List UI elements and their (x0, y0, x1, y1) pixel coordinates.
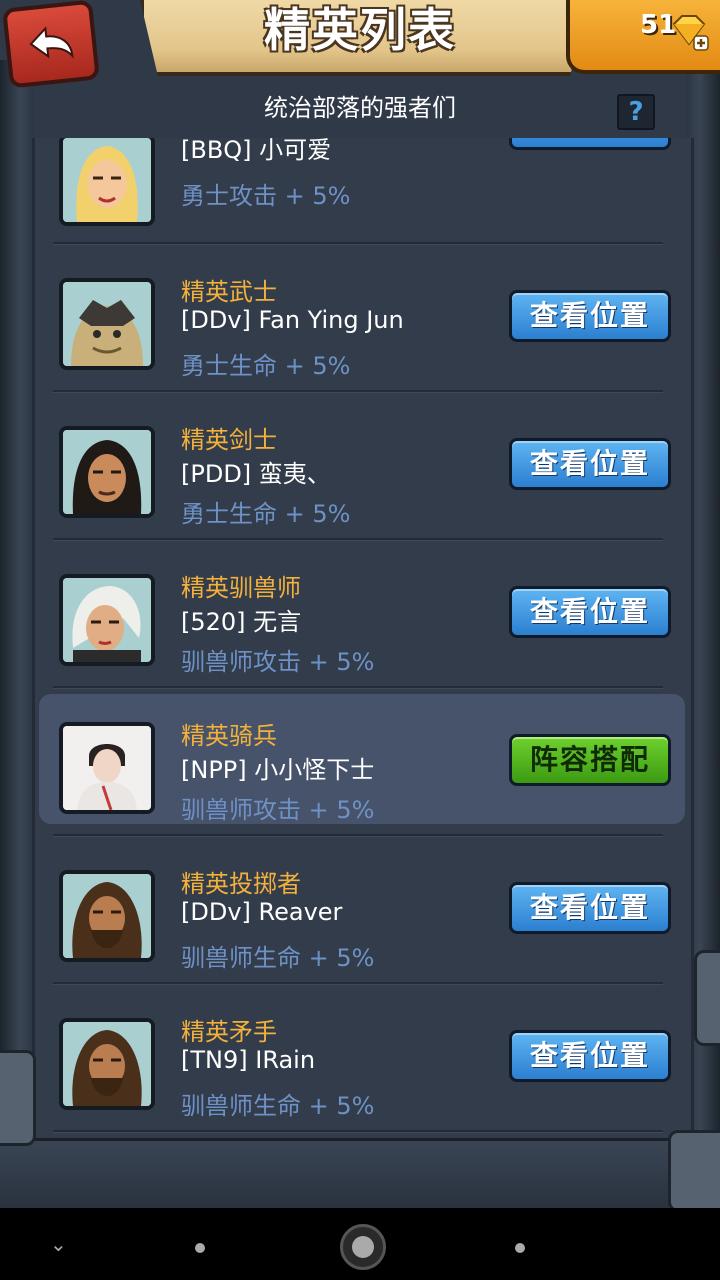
player-name: [NPP] 小小怪下士 (181, 756, 375, 784)
back-button[interactable] (2, 0, 100, 89)
avatar (59, 870, 155, 962)
list-item: 精英武士 [DDv] Fan Ying Jun 勇士生命 + 5% 查看位置 (35, 242, 691, 390)
subtitle: 统治部落的强者们 (264, 94, 456, 122)
player-name: [TN9] IRain (181, 1046, 316, 1074)
divider (53, 1130, 663, 1132)
bonus-text: 勇士生命 + 5% (181, 352, 351, 380)
bonus-text: 驯兽师攻击 + 5% (181, 796, 375, 824)
role-label: 精英投掷者 (181, 870, 301, 898)
frame-bottom-edge (0, 1138, 720, 1211)
elite-list[interactable]: 精英战士 [BBQ] 小可爱 勇士攻击 + 5% 查看位置 精英武士 [DDv]… (32, 138, 694, 1138)
armored-beast-portrait-icon (63, 282, 151, 366)
player-name: [BBQ] 小可爱 (181, 138, 332, 164)
player-name: [PDD] 蛮夷、 (181, 460, 331, 488)
view-location-button[interactable]: 查看位置 (509, 882, 671, 934)
chevron-down-icon[interactable]: ⌄ (50, 1232, 67, 1256)
avatar (59, 574, 155, 666)
view-location-button[interactable]: 查看位置 (509, 438, 671, 490)
bearded-barbarian-portrait-icon (63, 1022, 151, 1106)
bonus-text: 驯兽师生命 + 5% (181, 1092, 375, 1120)
help-button[interactable]: ? (617, 94, 655, 130)
nav-dot-icon[interactable] (195, 1243, 205, 1253)
role-label: 精英剑士 (181, 426, 277, 454)
list-item: 精英驯兽师 [520] 无言 驯兽师攻击 + 5% 查看位置 (35, 538, 691, 686)
role-label: 精英驯兽师 (181, 574, 301, 602)
view-location-button[interactable]: 查看位置 (509, 290, 671, 342)
nav-dot-icon[interactable] (515, 1243, 525, 1253)
view-location-button[interactable]: 查看位置 (509, 1030, 671, 1082)
avatar (59, 426, 155, 518)
frame-left-edge (0, 60, 34, 1200)
frame-rock (694, 950, 720, 1046)
white-hair-tamer-portrait-icon (63, 578, 151, 662)
role-label: 精英骑兵 (181, 722, 277, 750)
role-label: 精英矛手 (181, 1018, 277, 1046)
avatar (59, 722, 155, 814)
player-name: [DDv] Fan Ying Jun (181, 306, 404, 334)
player-name: [DDv] Reaver (181, 898, 343, 926)
frame-rock (0, 1050, 36, 1146)
list-item: 精英矛手 [TN9] IRain 驯兽师生命 + 5% 查看位置 (35, 982, 691, 1130)
avatar (59, 278, 155, 370)
bearded-barbarian-portrait-icon (63, 874, 151, 958)
list-item: 精英剑士 [PDD] 蛮夷、 勇士生命 + 5% 查看位置 (35, 390, 691, 538)
lineup-button[interactable]: 阵容搭配 (509, 734, 671, 786)
role-label: 精英武士 (181, 278, 277, 306)
view-location-button[interactable]: 查看位置 (509, 586, 671, 638)
avatar (59, 1018, 155, 1110)
bonus-text: 勇士攻击 + 5% (181, 182, 351, 210)
bonus-text: 驯兽师生命 + 5% (181, 944, 375, 972)
back-arrow-icon (29, 26, 74, 59)
home-button[interactable] (340, 1224, 386, 1270)
bonus-text: 勇士生命 + 5% (181, 500, 351, 528)
player-name: [520] 无言 (181, 608, 302, 636)
view-location-button[interactable]: 查看位置 (509, 138, 671, 150)
list-item: 精英投掷者 [DDv] Reaver 驯兽师生命 + 5% 查看位置 (35, 834, 691, 982)
gem-plus-icon[interactable] (666, 10, 710, 54)
avatar (59, 138, 155, 226)
bonus-text: 驯兽师攻击 + 5% (181, 648, 375, 676)
list-item: 精英战士 [BBQ] 小可爱 勇士攻击 + 5% 查看位置 (35, 138, 691, 242)
frame-rock (668, 1130, 720, 1212)
dark-hair-swordsman-portrait-icon (63, 430, 151, 514)
blonde-warrior-portrait-icon (63, 138, 151, 222)
list-item-selected[interactable]: 精英骑兵 [NPP] 小小怪下士 驯兽师攻击 + 5% 阵容搭配 (35, 686, 691, 834)
user-photo-portrait-icon (63, 726, 151, 810)
